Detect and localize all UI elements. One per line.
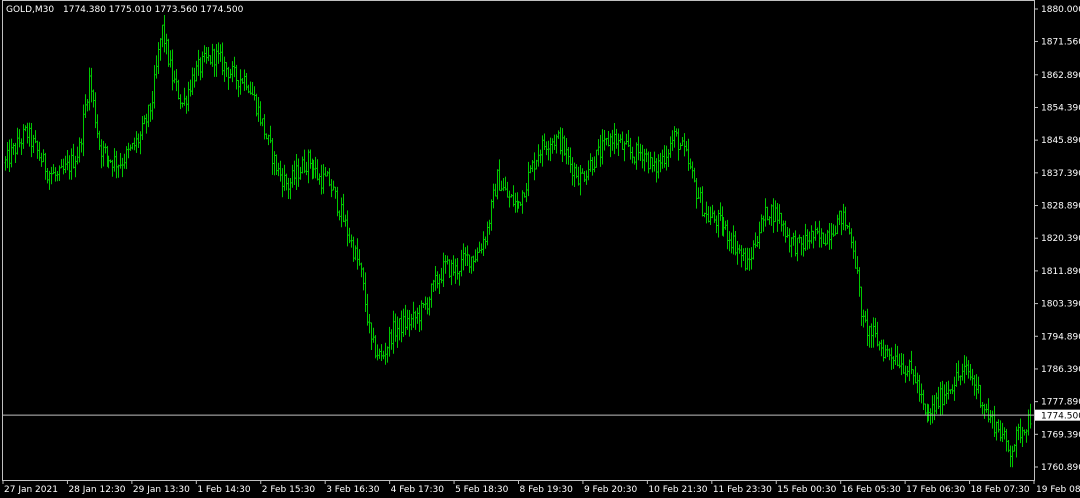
- y-tick-label: 1786.390: [1041, 365, 1080, 375]
- x-tick-label: 18 Feb 07:30: [971, 485, 1030, 495]
- x-tick-label: 15 Feb 00:30: [777, 485, 836, 495]
- x-tick-label: 10 Feb 21:30: [648, 485, 707, 495]
- y-tick-label: 1871.560: [1041, 37, 1080, 47]
- y-tick-label: 1880.000: [1041, 5, 1080, 15]
- y-tick-label: 1794.890: [1041, 332, 1080, 342]
- x-tick-label: 4 Feb 17:30: [391, 485, 445, 495]
- x-tick-label: 2 Feb 15:30: [262, 485, 316, 495]
- y-tick-label: 1828.890: [1041, 202, 1080, 212]
- x-tick-label: 17 Feb 06:30: [906, 485, 965, 495]
- y-tick-label: 1845.890: [1041, 136, 1080, 146]
- x-tick-label: 8 Feb 19:30: [520, 485, 574, 495]
- current-price-tag-text: 1774.500: [1041, 412, 1080, 422]
- y-tick-label: 1837.390: [1041, 169, 1080, 179]
- y-axis: 1880.000 1871.560 1862.890 1854.390 1845.890…: [1034, 5, 1080, 473]
- y-tick-label: 1760.890: [1041, 463, 1080, 473]
- ohlc-readout: 1774.380 1775.010 1773.560 1774.500: [63, 5, 244, 15]
- y-tick-label: 1854.390: [1041, 103, 1080, 113]
- price-chart: GOLD,M30 1774.380 1775.010 1773.560 1774…: [0, 0, 1080, 498]
- x-tick-label: 29 Jan 13:30: [133, 485, 190, 495]
- symbol-label: GOLD,M30: [6, 5, 54, 15]
- x-tick-label: 19 Feb 08:30: [1036, 485, 1080, 495]
- y-tick-label: 1777.890: [1041, 398, 1080, 408]
- x-tick-label: 1 Feb 14:30: [197, 485, 251, 495]
- x-tick-label: 3 Feb 16:30: [326, 485, 380, 495]
- x-tick-label: 27 Jan 2021: [4, 485, 58, 495]
- x-tick-label: 9 Feb 20:30: [584, 485, 638, 495]
- y-tick-label: 1803.390: [1041, 300, 1080, 310]
- chart-background: [0, 0, 1080, 498]
- x-tick-label: 11 Feb 23:30: [713, 485, 772, 495]
- current-price-tag: 1774.500: [1035, 409, 1080, 422]
- x-tick-label: 28 Jan 12:30: [68, 485, 125, 495]
- x-tick-label: 16 Feb 05:30: [842, 485, 901, 495]
- x-tick-label: 5 Feb 18:30: [455, 485, 509, 495]
- y-tick-label: 1862.890: [1041, 71, 1080, 81]
- y-tick-label: 1820.390: [1041, 234, 1080, 244]
- y-tick-label: 1769.390: [1041, 430, 1080, 440]
- y-tick-label: 1811.890: [1041, 267, 1080, 277]
